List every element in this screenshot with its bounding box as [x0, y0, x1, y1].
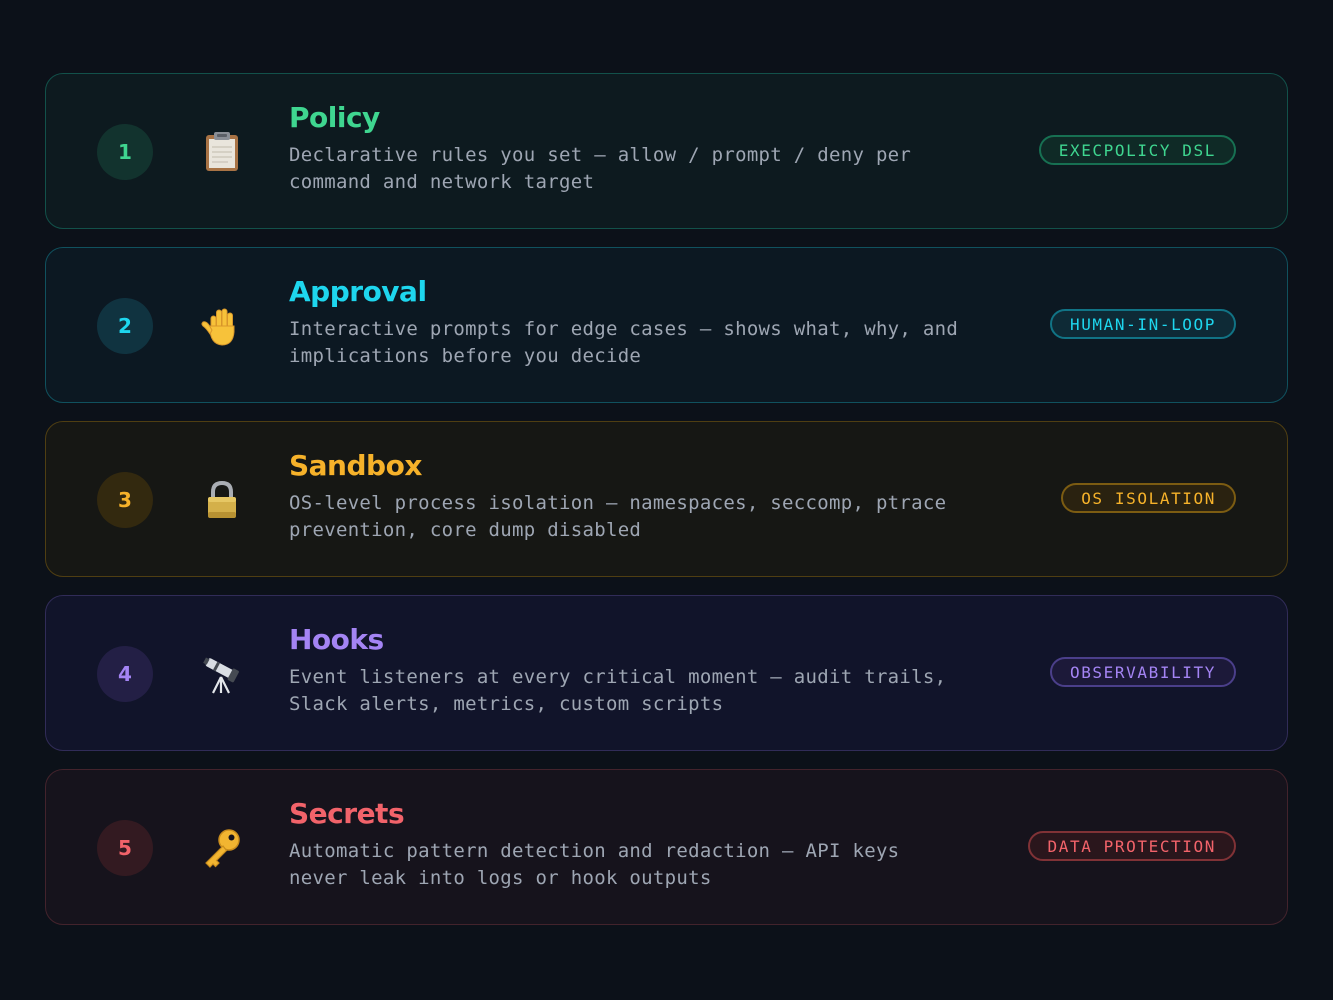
padlock-icon	[194, 472, 250, 528]
layer-card-secrets: 5 Secrets Automatic pattern detection an…	[45, 769, 1288, 925]
layer-number: 3	[97, 472, 153, 528]
layer-badge: EXECPOLICY DSL	[1038, 135, 1236, 165]
layer-title: Hooks	[289, 623, 384, 656]
layer-number: 1	[97, 124, 153, 180]
key-icon	[194, 820, 250, 876]
clipboard-icon	[194, 124, 250, 180]
layer-card-hooks: 4 Hooks Event listeners at every critica…	[45, 595, 1288, 751]
telescope-icon	[194, 646, 250, 702]
layer-number: 2	[97, 298, 153, 354]
layer-number: 5	[97, 820, 153, 876]
layer-card-sandbox: 3 Sandbox OS-level process isolation — n…	[45, 421, 1288, 577]
layer-description: Event listeners at every critical moment…	[289, 666, 947, 715]
layer-number: 4	[97, 646, 153, 702]
layer-badge: DATA PROTECTION	[1027, 831, 1236, 861]
layer-title: Secrets	[289, 797, 405, 830]
layer-title: Policy	[289, 101, 380, 134]
raised-hand-icon	[194, 298, 250, 354]
layer-card-approval: 2 Approval Interactive prompts for edge …	[45, 247, 1288, 403]
layer-description: Declarative rules you set — allow / prom…	[289, 144, 912, 193]
layer-title: Approval	[289, 275, 427, 308]
layer-badge: HUMAN-IN-LOOP	[1049, 309, 1236, 339]
layer-title: Sandbox	[289, 449, 422, 482]
layer-badge: OBSERVABILITY	[1049, 657, 1236, 687]
layer-card-policy: 1 Policy Declarative rules you set — all…	[45, 73, 1288, 229]
layer-badge: OS ISOLATION	[1061, 483, 1236, 513]
layer-description: OS-level process isolation — namespaces,…	[289, 492, 947, 541]
security-layers-list: 1 Policy Declarative rules you set — all…	[45, 73, 1288, 943]
layer-description: Automatic pattern detection and redactio…	[289, 840, 900, 889]
layer-description: Interactive prompts for edge cases — sho…	[289, 318, 959, 367]
